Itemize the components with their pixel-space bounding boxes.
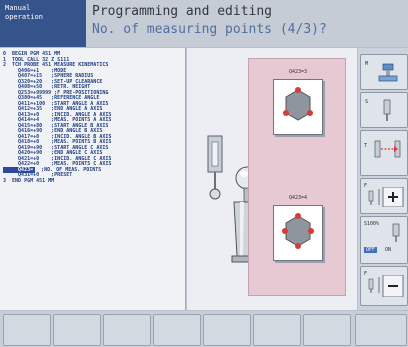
softkey-3[interactable] [103,314,151,346]
help-card-3-points [273,79,323,135]
tool-change-icon [374,140,401,158]
spindle-override-icon [392,223,400,242]
measuring-points-3-icon [283,87,313,121]
s-key-label: S [365,99,369,105]
off-toggle[interactable]: OFF [364,247,378,253]
help-panel: Q423=3 Q423=4 [248,58,346,296]
program-line[interactable]: 3 END PGM 451 MM [3,178,54,185]
mode-line1: Manual [5,4,31,12]
help-card-4-points [273,205,323,261]
on-toggle[interactable]: ON [385,247,391,253]
operating-mode-indicator: Manual operation [0,0,86,47]
help-graphic-area: Q423=3 Q423=4 [187,48,357,310]
program-listing[interactable]: 0 BEGIN PGM 451 MM 1 TOOL CALL 32 Z S111 2… [0,48,186,310]
dialog-prompt: No. of measuring points (4/3)? [92,22,327,37]
s-spindle-key[interactable]: S [360,92,408,128]
spindle-icon [383,99,391,121]
softkey-4[interactable] [153,314,201,346]
softkey-6[interactable] [253,314,301,346]
help-label-q423-4: Q423=4 [289,195,308,201]
bottom-softkey-bar [0,311,408,347]
spindle-override-key[interactable]: S100% OFF ON [360,216,408,264]
mode-line2: operation [5,13,43,21]
softkey-1[interactable] [3,314,51,346]
t-key-label: T [364,143,368,149]
m-function-key[interactable]: M [360,54,408,90]
softkey-8[interactable] [355,314,407,346]
machine-icon [378,63,398,82]
t-tool-key[interactable]: T [360,130,408,176]
override-label: S100% [364,221,380,227]
help-label-q423-3: Q423=3 [289,69,308,75]
feed-minus-key[interactable]: F [360,266,408,306]
softkey-2[interactable] [53,314,101,346]
softkey-5[interactable] [203,314,251,346]
feed-minus-icon [368,275,404,297]
measuring-points-4-icon [282,213,314,249]
right-softkey-panel: M S T F S100% OFF ON F [358,48,408,310]
softkey-7[interactable] [303,314,351,346]
page-title: Programming and editing [92,4,273,19]
feed-plus-icon [368,187,404,207]
feed-plus-key[interactable]: F [360,178,408,214]
m-key-label: M [365,61,369,67]
